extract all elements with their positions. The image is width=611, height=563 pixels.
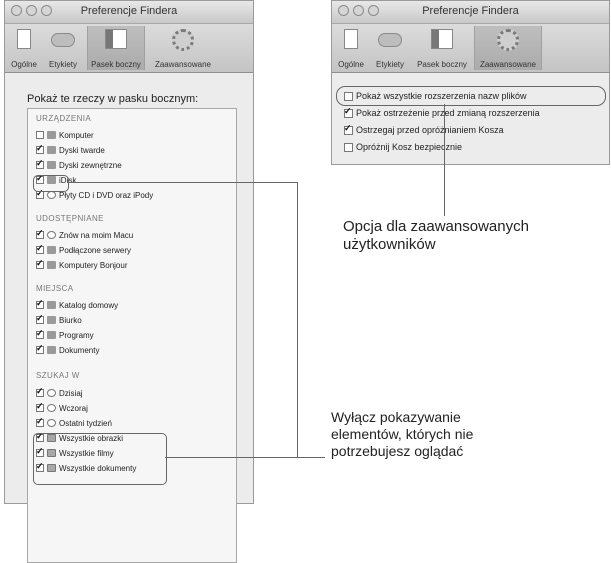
bonjour-computer-icon: [47, 261, 56, 269]
tab-advanced[interactable]: Zaawansowane: [151, 26, 215, 70]
toolbar: Ogólne Etykiety Pasek boczny Zaawansowan…: [5, 24, 253, 73]
finder-preferences-window-sidebar: Preferencje Findera Ogólne Etykiety Pase…: [4, 0, 254, 563]
list-item[interactable]: Komputery Bonjour: [36, 258, 127, 271]
checkbox[interactable]: [36, 243, 44, 254]
list-item[interactable]: Dzisiaj: [36, 386, 83, 399]
smart-folders-highlight: [33, 433, 167, 485]
sidebar-icon: [431, 29, 453, 49]
tab-labels[interactable]: Etykiety: [370, 26, 410, 70]
checkbox[interactable]: [36, 386, 44, 397]
clock-icon: [47, 404, 56, 412]
title-bar: Preferencje Findera: [332, 1, 609, 24]
switch-icon: [344, 29, 358, 49]
list-item[interactable]: Biurko: [36, 313, 82, 326]
connector-line: [297, 182, 298, 457]
checkbox[interactable]: [36, 158, 44, 169]
gear-icon: [497, 29, 519, 51]
external-disk-icon: [47, 161, 56, 169]
back-to-my-mac-icon: [47, 231, 56, 239]
checkbox[interactable]: [36, 143, 44, 154]
section-header-devices: URZĄDZENIA: [36, 114, 92, 123]
finder-preferences-window-advanced: Preferencje Findera Ogólne Etykiety Pase…: [331, 0, 610, 165]
checkbox[interactable]: [36, 328, 44, 339]
title-bar: Preferencje Findera: [5, 1, 253, 24]
checkbox[interactable]: [36, 131, 44, 139]
label-icon: [51, 33, 75, 47]
checkbox[interactable]: [36, 298, 44, 309]
list-item[interactable]: Komputer: [36, 129, 94, 141]
connector-line: [67, 182, 297, 183]
list-item[interactable]: Dyski twarde: [36, 143, 105, 156]
checkbox[interactable]: [36, 258, 44, 269]
section-header-shared: UDOSTĘPNIANE: [36, 214, 104, 223]
tab-sidebar[interactable]: Pasek boczny: [414, 26, 470, 70]
toolbar: Ogólne Etykiety Pasek boczny Zaawansowan…: [332, 24, 609, 73]
label-icon: [378, 33, 402, 47]
connector-line: [165, 457, 325, 458]
hard-disk-icon: [47, 146, 56, 154]
tab-general[interactable]: Ogólne: [7, 26, 41, 70]
callout-hide-items: Wyłącz pokazywanie elementów, których ni…: [331, 409, 474, 459]
checkbox[interactable]: [344, 123, 353, 135]
option-row[interactable]: Ostrzegaj przed opróżnianiem Kosza: [344, 123, 504, 137]
home-icon: [47, 301, 56, 309]
applications-icon: [47, 331, 56, 339]
list-item[interactable]: Dokumenty: [36, 343, 99, 356]
window-title: Preferencje Findera: [80, 5, 178, 17]
section-header-search-for: SZUKAJ W: [36, 371, 80, 380]
clock-icon: [47, 389, 56, 397]
computer-icon: [47, 131, 56, 139]
option-row[interactable]: Pokaż ostrzeżenie przed zmianą rozszerze…: [344, 106, 540, 120]
tab-general[interactable]: Ogólne: [334, 26, 368, 70]
connector-line: [444, 104, 445, 216]
pane-heading: Pokaż te rzeczy w pasku bocznym:: [27, 93, 199, 105]
list-item[interactable]: Dyski zewnętrzne: [36, 158, 122, 171]
window-title: Preferencje Findera: [422, 5, 519, 17]
tab-sidebar[interactable]: Pasek boczny: [87, 26, 145, 70]
desktop-icon: [47, 316, 56, 324]
checkbox[interactable]: [36, 401, 44, 412]
section-header-places: MIEJSCA: [36, 284, 74, 293]
checkbox[interactable]: [36, 228, 44, 239]
callout-advanced-option: Opcja dla zaawansowanych użytkowników: [343, 218, 529, 253]
checkbox[interactable]: [344, 142, 353, 152]
checkbox[interactable]: [36, 416, 44, 427]
list-item[interactable]: Programy: [36, 328, 94, 341]
documents-icon: [47, 346, 56, 354]
checkbox[interactable]: [36, 343, 44, 354]
tab-labels[interactable]: Etykiety: [43, 26, 83, 70]
checkbox[interactable]: [36, 313, 44, 324]
sidebar-icon: [105, 29, 127, 49]
list-item[interactable]: Katalog domowy: [36, 298, 118, 311]
gear-icon: [172, 29, 194, 51]
disc-icon: [47, 191, 56, 199]
list-item[interactable]: Znów na moim Macu: [36, 228, 133, 241]
clock-icon: [47, 419, 56, 427]
checkbox[interactable]: [344, 106, 353, 118]
list-item[interactable]: Podłączone serwery: [36, 243, 131, 256]
list-item[interactable]: Wczoraj: [36, 401, 88, 414]
extensions-option-highlight: [336, 86, 606, 106]
checkbox[interactable]: [36, 188, 44, 199]
tab-advanced[interactable]: Zaawansowane: [474, 26, 542, 70]
idisk-highlight: [33, 175, 69, 192]
list-item[interactable]: Ostatni tydzień: [36, 416, 112, 429]
switch-icon: [17, 29, 31, 49]
server-icon: [47, 246, 56, 254]
